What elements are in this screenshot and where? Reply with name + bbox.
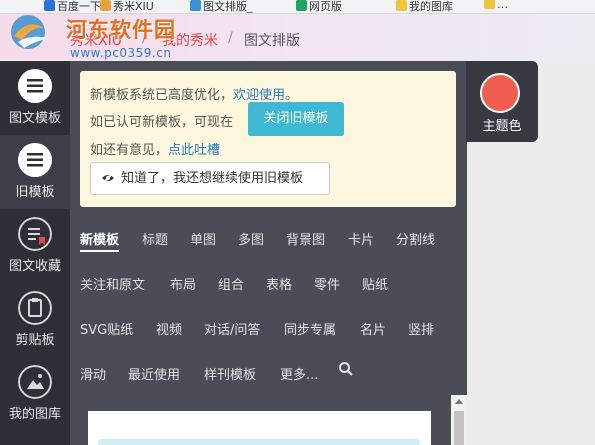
folder-icon bbox=[396, 0, 407, 11]
bookmark-bar: 百度一下 秀米XIU 图文排版_ 网页版 我的图库 … bbox=[0, 0, 595, 14]
welcome-link[interactable]: 欢迎使用 bbox=[233, 88, 285, 103]
watermark-logo bbox=[11, 15, 48, 49]
tab-namecard[interactable]: 名片 bbox=[360, 319, 386, 338]
tab-sticker[interactable]: 贴纸 bbox=[362, 274, 388, 293]
sidebar-item-label: 我的图库 bbox=[8, 407, 61, 422]
watermark-url: www.pc0359.cn bbox=[70, 46, 172, 60]
list-icon bbox=[18, 69, 52, 103]
sidebar-item-label: 图文模板 bbox=[8, 111, 61, 126]
image-icon bbox=[18, 365, 52, 399]
notice-text: 新模板系统已高度优化， bbox=[90, 88, 234, 103]
sidebar-item-clipboard[interactable]: 剪贴板 bbox=[0, 283, 70, 357]
sidebar-item-label: 剪贴板 bbox=[15, 333, 55, 348]
sidebar-item-label: 旧模板 bbox=[15, 185, 55, 200]
tab-dialog-qa[interactable]: 对话/问答 bbox=[204, 319, 260, 338]
folder-icon bbox=[484, 0, 495, 9]
tab-table[interactable]: 表格 bbox=[266, 274, 292, 293]
list-icon bbox=[18, 143, 52, 177]
theme-color-label: 主题色 bbox=[482, 119, 522, 134]
tab-parts[interactable]: 零件 bbox=[314, 274, 340, 293]
sidebar-item-gallery[interactable]: 我的图库 bbox=[0, 357, 70, 431]
left-sidebar: 图文模板 旧模板 图文收藏 剪贴板 我的图库 bbox=[0, 61, 70, 445]
tab-more[interactable]: 更多... bbox=[280, 364, 318, 383]
tab-title[interactable]: 标题 bbox=[142, 229, 168, 248]
keep-old-template-button[interactable]: 知道了，我还想继续使用旧模板 bbox=[90, 162, 330, 195]
tab-recent[interactable]: 最近使用 bbox=[128, 364, 180, 383]
tab-layout[interactable]: 布局 bbox=[170, 274, 196, 293]
bookmark-icon bbox=[44, 0, 55, 11]
theme-color-swatch[interactable] bbox=[480, 73, 520, 113]
tab-combination[interactable]: 组合 bbox=[218, 274, 244, 293]
sidebar-item-favorites[interactable]: 图文收藏 bbox=[0, 209, 70, 283]
tab-slide[interactable]: 滑动 bbox=[80, 364, 106, 383]
tab-divider[interactable]: 分割线 bbox=[396, 229, 435, 248]
tab-sync-exclusive[interactable]: 同步专属 bbox=[284, 319, 336, 338]
bookmark-item[interactable]: … bbox=[484, 0, 508, 11]
breadcrumb-separator: / bbox=[228, 30, 233, 46]
notice-box: 新模板系统已高度优化，欢迎使用。 如已认可新模板，可现在 关闭旧模板 如还有意见… bbox=[80, 71, 456, 207]
sidebar-item-old-template[interactable]: 旧模板 bbox=[0, 135, 70, 209]
notice-text: 如还有意见， bbox=[90, 143, 169, 158]
tab-video[interactable]: 视频 bbox=[156, 319, 182, 338]
close-old-template-button[interactable]: 关闭旧模板 bbox=[248, 102, 344, 136]
feedback-link[interactable]: 点此吐槽 bbox=[168, 143, 220, 158]
tab-follow-original[interactable]: 关注和原文 bbox=[80, 274, 145, 293]
bookmark-icon bbox=[296, 0, 307, 11]
sidebar-item-label: 图文收藏 bbox=[8, 259, 61, 274]
scrollbar[interactable] bbox=[451, 395, 467, 445]
bookmark-item[interactable]: 秀米XIU bbox=[100, 0, 154, 13]
eye-slash-icon bbox=[102, 172, 114, 184]
clipboard-icon bbox=[18, 291, 52, 325]
tab-sample-template[interactable]: 样刊模板 bbox=[204, 364, 256, 383]
scrollbar-thumb[interactable] bbox=[454, 411, 464, 445]
tab-card[interactable]: 卡片 bbox=[348, 229, 374, 248]
tab-new-template[interactable]: 新模板 bbox=[80, 229, 120, 252]
notice-text: 如已认可新模板，可现在 bbox=[90, 115, 234, 130]
tab-multi-image[interactable]: 多图 bbox=[238, 229, 264, 248]
scroll-up-arrow-icon[interactable] bbox=[455, 399, 463, 404]
bookmark-icon bbox=[100, 0, 111, 11]
tab-background-image[interactable]: 背景图 bbox=[286, 229, 325, 248]
watermark-title: 河东软件园 bbox=[66, 17, 176, 42]
theme-color-panel[interactable]: 主题色 bbox=[466, 61, 538, 142]
bookmark-list-icon bbox=[18, 217, 52, 251]
template-panel: 新模板系统已高度优化，欢迎使用。 如已认可新模板，可现在 关闭旧模板 如还有意见… bbox=[70, 61, 467, 445]
breadcrumb-current: 图文排版 bbox=[244, 33, 300, 49]
bookmark-item[interactable]: 网页版 bbox=[296, 0, 342, 13]
bookmark-item[interactable]: 我的图库 bbox=[396, 0, 453, 13]
bookmark-icon bbox=[190, 0, 201, 11]
tab-single-image[interactable]: 单图 bbox=[190, 229, 216, 248]
bookmark-item[interactable]: 图文排版_ bbox=[190, 0, 253, 13]
search-icon[interactable] bbox=[338, 361, 354, 377]
tab-svg-sticker[interactable]: SVG贴纸 bbox=[80, 319, 133, 338]
preview-banner bbox=[98, 439, 420, 445]
sidebar-item-template[interactable]: 图文模板 bbox=[0, 61, 70, 135]
template-preview[interactable] bbox=[88, 411, 431, 445]
tab-vertical[interactable]: 竖排 bbox=[408, 319, 434, 338]
